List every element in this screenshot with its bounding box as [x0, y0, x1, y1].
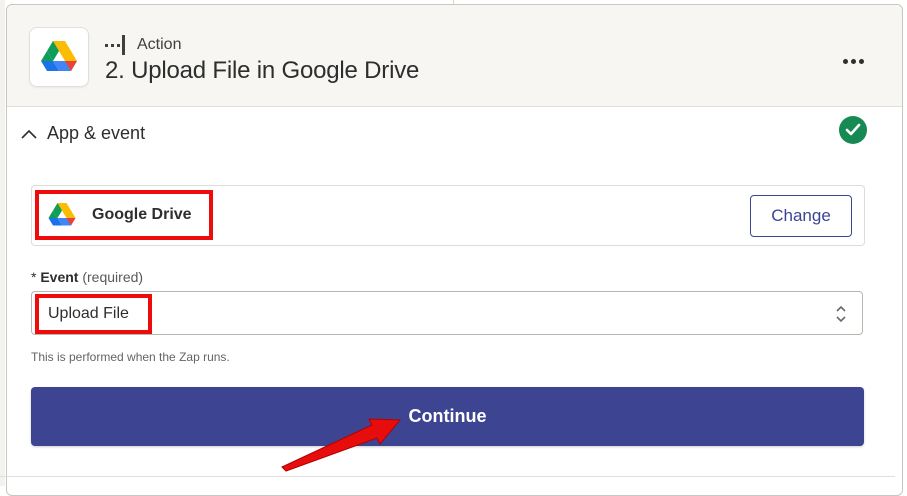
step-header[interactable]: Action 2. Upload File in Google Drive [7, 5, 902, 107]
chevron-up-icon [21, 129, 37, 139]
more-dot [858, 58, 864, 64]
step-type: Action [105, 35, 181, 55]
event-field-label: * Event (required) [31, 269, 143, 285]
bottom-divider [0, 476, 895, 477]
more-horizontal-icon [842, 58, 848, 64]
required-asterisk: * [31, 269, 37, 285]
change-app-button[interactable]: Change [750, 195, 852, 237]
highlight-box-app [35, 190, 213, 240]
step-type-label: Action [137, 36, 182, 53]
event-helper-text: This is performed when the Zap runs. [31, 350, 230, 364]
continue-button[interactable]: Continue [31, 387, 864, 446]
action-step-icon [105, 35, 125, 55]
select-updown-icon [836, 305, 846, 323]
red-arrow-annotation [281, 418, 402, 472]
google-drive-icon [41, 41, 77, 71]
app-tile [29, 27, 89, 87]
event-select[interactable]: Upload File [31, 291, 863, 335]
required-text: (required) [82, 269, 144, 285]
step-title: 2. Upload File in Google Drive [105, 57, 420, 84]
check-circle-icon [839, 116, 867, 144]
section-title: App & event [47, 123, 146, 143]
more-dot [850, 58, 856, 64]
app-event-section-toggle[interactable]: App & event [7, 107, 902, 159]
event-label-text: Event [40, 269, 79, 285]
highlight-box-event [35, 294, 152, 334]
left-edge-strip [0, 0, 5, 486]
more-options-button[interactable] [835, 49, 871, 73]
